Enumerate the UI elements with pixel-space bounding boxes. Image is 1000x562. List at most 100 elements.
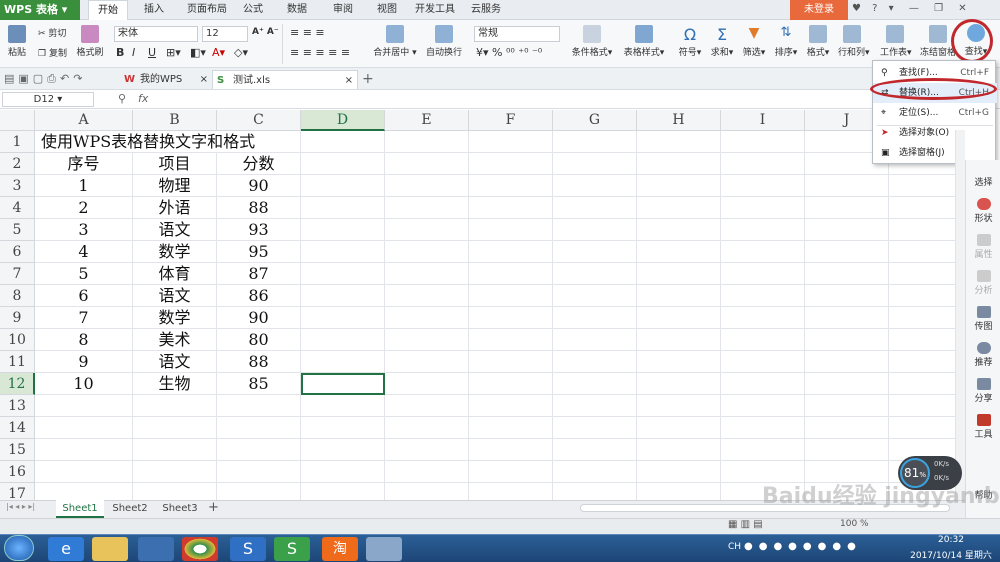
cell[interactable]: 88: [217, 351, 301, 373]
align-left-icon[interactable]: ≡ ≡ ≡ ≡ ≡: [290, 46, 350, 59]
cell[interactable]: [553, 131, 637, 153]
cell[interactable]: [721, 197, 805, 219]
cell[interactable]: [385, 417, 469, 439]
close-icon[interactable]: ×: [345, 71, 353, 90]
menu-item-select-objects[interactable]: ➤ 选择对象(O): [873, 123, 997, 143]
view-mode-icons[interactable]: ▦ ▥ ▤: [728, 519, 763, 530]
cell[interactable]: [805, 219, 889, 241]
clear-icon[interactable]: ◇▾: [234, 46, 248, 59]
cell[interactable]: [301, 329, 385, 351]
cell[interactable]: [469, 131, 553, 153]
cell[interactable]: [469, 483, 553, 500]
cell[interactable]: [553, 483, 637, 500]
cell[interactable]: [301, 439, 385, 461]
cell[interactable]: [385, 373, 469, 395]
app-menu-button[interactable]: WPS 表格 ▾: [0, 0, 80, 20]
filter-button[interactable]: ▼ 筛选▾: [742, 25, 766, 58]
cell[interactable]: [301, 395, 385, 417]
tab-formulas[interactable]: 公式: [238, 0, 268, 20]
close-icon[interactable]: ✕: [958, 3, 966, 14]
cell[interactable]: [805, 373, 889, 395]
copy-button[interactable]: ❐ 复制: [38, 46, 67, 59]
row-col-button[interactable]: 行和列▾: [838, 25, 870, 58]
cell[interactable]: 86: [217, 285, 301, 307]
cell[interactable]: [889, 307, 965, 329]
cell[interactable]: [133, 395, 217, 417]
symbol-button[interactable]: Ω 符号▾: [678, 25, 702, 58]
cell[interactable]: [385, 307, 469, 329]
tab-view[interactable]: 视图: [372, 0, 402, 20]
active-cell[interactable]: [301, 373, 385, 395]
cell[interactable]: [469, 439, 553, 461]
cell[interactable]: [553, 285, 637, 307]
cell[interactable]: 93: [217, 219, 301, 241]
spreadsheet-grid[interactable]: A B C D E F G H I J 1 使用WPS表格替换文字和格式 2 序号 项目…: [0, 110, 965, 500]
cell[interactable]: [805, 417, 889, 439]
cell[interactable]: [637, 285, 721, 307]
align-top-icon[interactable]: ≡ ≡ ≡: [290, 26, 325, 39]
row-header[interactable]: 2: [0, 153, 35, 175]
cell[interactable]: [637, 461, 721, 483]
cell[interactable]: [217, 439, 301, 461]
border-icon[interactable]: ⊞▾: [166, 46, 181, 59]
cell[interactable]: [805, 263, 889, 285]
cell[interactable]: [301, 197, 385, 219]
column-header[interactable]: G: [553, 110, 637, 131]
cell[interactable]: [385, 483, 469, 500]
cell[interactable]: 90: [217, 307, 301, 329]
tray-icons[interactable]: ●●●●●●●●: [744, 541, 862, 552]
sort-button[interactable]: ⇅ 排序▾: [774, 25, 798, 58]
cell[interactable]: [721, 307, 805, 329]
wrap-text-button[interactable]: 自动换行: [424, 25, 464, 58]
cell[interactable]: [553, 373, 637, 395]
cell[interactable]: 4: [35, 241, 133, 263]
cell[interactable]: [889, 263, 965, 285]
cell[interactable]: [469, 307, 553, 329]
worksheet-button[interactable]: 工作表▾: [880, 25, 912, 58]
minimize-icon[interactable]: —: [909, 3, 919, 14]
cell[interactable]: 87: [217, 263, 301, 285]
row-header[interactable]: 12: [0, 373, 35, 395]
cell[interactable]: 数学: [133, 307, 217, 329]
cell[interactable]: 生物: [133, 373, 217, 395]
tab-review[interactable]: 审阅: [328, 0, 358, 20]
cell[interactable]: [721, 417, 805, 439]
column-header[interactable]: I: [721, 110, 805, 131]
formula-input[interactable]: [160, 91, 960, 108]
tab-data[interactable]: 数据: [282, 0, 312, 20]
cell[interactable]: 语文: [133, 285, 217, 307]
row-header[interactable]: 13: [0, 395, 35, 417]
cell[interactable]: [301, 461, 385, 483]
vertical-scrollbar[interactable]: [955, 130, 965, 500]
tab-insert[interactable]: 插入: [136, 0, 172, 20]
row-header[interactable]: 16: [0, 461, 35, 483]
cell[interactable]: 数学: [133, 241, 217, 263]
cell[interactable]: [553, 153, 637, 175]
cell[interactable]: [301, 175, 385, 197]
cell[interactable]: 88: [217, 197, 301, 219]
menu-item-goto[interactable]: ⌖ 定位(S)... Ctrl+G: [873, 103, 997, 123]
cell[interactable]: [637, 263, 721, 285]
cell[interactable]: 95: [217, 241, 301, 263]
cell[interactable]: [721, 439, 805, 461]
cell[interactable]: [469, 395, 553, 417]
cell[interactable]: [385, 461, 469, 483]
cell[interactable]: 8: [35, 329, 133, 351]
cell[interactable]: [721, 131, 805, 153]
font-grow-icon[interactable]: A⁺ A⁻: [252, 27, 279, 37]
cell[interactable]: [469, 263, 553, 285]
sogou-icon[interactable]: S: [230, 537, 266, 561]
sheet-nav-icons[interactable]: |◂ ◂ ▸ ▸|: [6, 502, 35, 511]
cell[interactable]: [133, 461, 217, 483]
column-header[interactable]: F: [469, 110, 553, 131]
cell[interactable]: [553, 241, 637, 263]
skin-icon[interactable]: ♥: [852, 3, 861, 14]
cell[interactable]: [637, 197, 721, 219]
taobao-icon[interactable]: 淘: [322, 537, 358, 561]
cell[interactable]: [301, 417, 385, 439]
cell[interactable]: 90: [217, 175, 301, 197]
cell[interactable]: [553, 395, 637, 417]
row-header[interactable]: 1: [0, 131, 35, 153]
cell[interactable]: [637, 351, 721, 373]
cell[interactable]: [553, 351, 637, 373]
